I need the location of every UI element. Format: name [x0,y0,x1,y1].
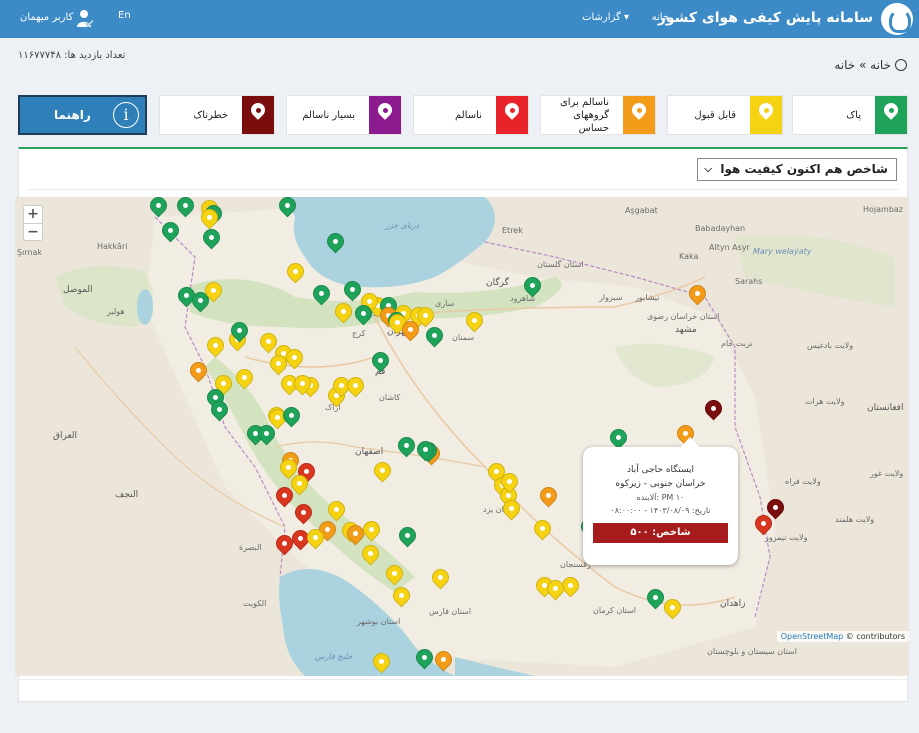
map-label: ولایت غور [870,469,904,478]
popup-station-name: ایستگاه حاجی آباد [626,465,695,475]
legend-label-clean: پاک [846,109,861,121]
divider [27,189,899,190]
map-label: دریای خزر [385,221,420,230]
legend-very-unhealthy: بسیار ناسالم [286,95,402,135]
map-label: هولير [107,307,125,316]
osm-link[interactable]: OpenStreetMap [781,632,844,641]
map-label: افغانستان [867,403,904,413]
legend-label-acceptable: قابل قبول [694,109,736,121]
map-label: استان کرمان [593,606,637,615]
map-label: استان بوشهر [357,617,401,626]
map-label: الكويت [243,599,267,608]
clock-icon [895,59,907,71]
nav-reports-dropdown[interactable]: گزارشات ▾ [582,12,629,23]
divider [19,679,907,680]
map-label: Hojambaz [863,205,904,214]
attribution-text: © contributors [845,632,905,641]
top-bar: سامانه پایش کیفی هوای کشور خانه گزارشات … [0,0,919,38]
station-popup: ایستگاه حاجی آباد خراسان جنوبی - زیرکوه … [583,437,738,565]
map-label: ولایت هرات [805,397,845,406]
map-label: استان خراسان رضوی [647,312,720,321]
legend-label-sensitive: ناسالم برای گروههای حساس [559,96,609,134]
popup-date: تاریخ: ۱۴۰۳/۰۸/۰۹ - ۰۸:۰۰:۰۰ [610,506,711,515]
map-basemap [15,197,909,676]
nav-home-link[interactable]: خانه [652,12,669,23]
site-title: سامانه پایش کیفی هوای کشور [657,10,873,26]
visit-counter: تعداد بازدید ها: ۱۱۶۷۷۷۴۸ [18,50,126,61]
map-label: Sarahs [735,277,763,286]
map-label: Altyn Asyr [709,243,750,252]
map-label: ساری [435,299,455,308]
legend-pin-icon-very-unhealthy [369,96,401,134]
map-label: استان فارس [429,607,472,616]
map-label: سمنان [452,333,475,342]
map-label: استان گلستان [537,260,584,269]
zoom-in-button[interactable]: + [24,206,42,223]
map-label: ولایت بادغیس [807,341,854,350]
guide-button-label: راهنما [54,108,91,122]
map-label: گرگان [486,278,509,288]
popup-index-badge: شاخص: ۵۰۰ [593,523,728,543]
legend-label-unhealthy: ناسالم [455,109,482,121]
guest-user-label[interactable]: کاربر میهمان [20,12,73,23]
zoom-out-button[interactable]: − [24,223,42,240]
map-label: الموصل [63,285,93,295]
legend-pin-icon-sensitive [623,96,655,134]
popup-arrow [681,437,699,447]
index-type-value: شاخص هم اکنون کیفیت هوا [720,162,888,176]
chevron-down-icon: ⌵ [704,164,712,175]
legend-pin-icon-unhealthy [496,96,528,134]
map-label: تربت جام [721,339,753,348]
map-label: Kaka [679,252,699,261]
legend-hazardous: خطرناک [159,95,275,135]
legend-sensitive: ناسالم برای گروههای حساس [540,95,656,135]
map-label: سبزوار [599,293,623,302]
map-label: العراق [53,431,78,441]
map-label: مشهد [675,325,697,335]
map-attribution: OpenStreetMap © contributors [776,631,909,642]
language-switch-en[interactable]: En [118,10,131,21]
map-label: Babadayhan [695,224,746,233]
map-label: کاشان [379,393,401,402]
map-label: البصرة [239,543,262,552]
map-label: النجف [115,490,139,500]
legend-acceptable: قابل قبول [667,95,783,135]
logo[interactable] [881,3,913,35]
legend-pin-icon-hazardous [242,96,274,134]
map-label: ولایت فراه [785,477,821,486]
legend-unhealthy: ناسالم [413,95,529,135]
user-icon[interactable] [76,8,94,28]
map-label: Hakkâri [97,242,128,251]
popup-pollutant: آلاینده: PM ۱۰ [636,493,685,502]
map-label: زاهدان [720,599,746,609]
map-label: Şırnak [17,248,43,257]
popup-province: خراسان جنوبی - زیرکوه [615,479,706,489]
map-label: اصفهان [355,447,384,457]
map-label: ولایت نیمروز [765,533,808,542]
legend-label-hazardous: خطرناک [193,109,228,121]
legend-label-very-unhealthy: بسیار ناسالم [302,109,355,121]
map-label: استان سیستان و بلوچستان [707,647,797,656]
map-label: Etrek [502,226,523,235]
index-type-select[interactable]: ⌵ شاخص هم اکنون کیفیت هوا [697,158,897,181]
guide-button[interactable]: راهنما i [18,95,147,135]
map-label: ولایت هلمند [835,515,875,524]
legend-pin-icon-clean [875,96,907,134]
legend-clean: پاک [792,95,908,135]
air-quality-map[interactable]: Aşgabat Babadayhan Hojambaz Etrek Altyn … [15,197,909,676]
legend-pin-icon-acceptable [750,96,782,134]
map-label: کرج [352,329,366,338]
info-icon: i [113,102,139,128]
map-label: Aşgabat [625,206,658,215]
zoom-control: + − [23,205,43,241]
map-label: نیشابور [635,293,660,302]
map-label: Mary welaýaty [753,247,812,256]
breadcrumb[interactable]: خانه » خانه [834,58,891,72]
map-label: خليج فارس [315,652,353,661]
